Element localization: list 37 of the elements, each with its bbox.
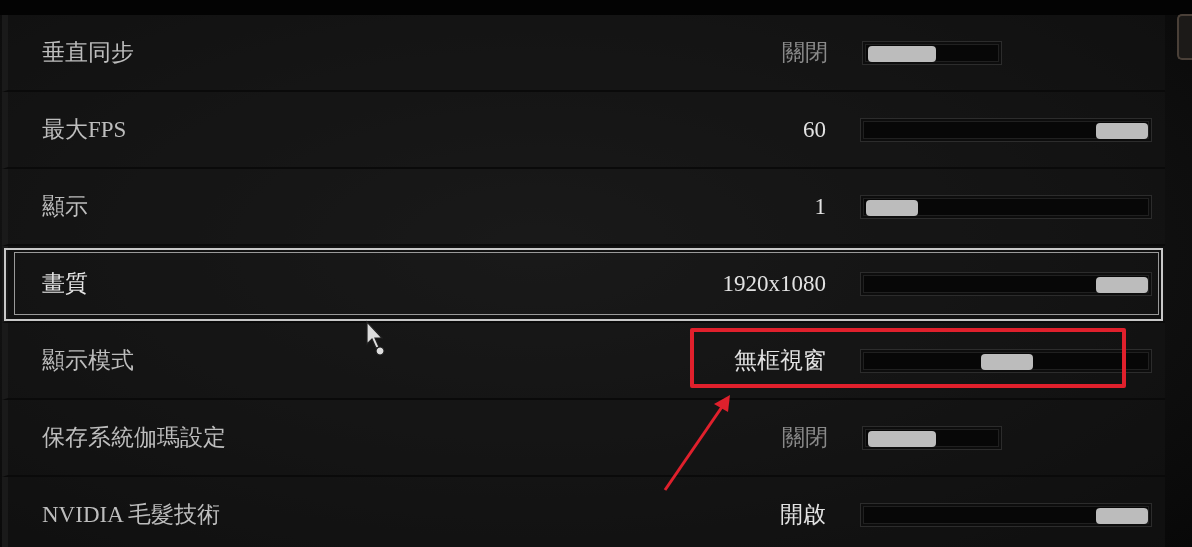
setting-row[interactable]: 垂直同步 關閉 [2,15,1165,92]
slider-track[interactable] [860,117,1152,142]
setting-label: 垂直同步 [42,39,135,67]
setting-row[interactable]: 畫質 1920x1080 [2,246,1165,323]
setting-row[interactable]: 顯示模式 無框視窗 [2,323,1165,400]
setting-label: 顯示 [42,193,89,221]
slider-thumb[interactable] [1096,507,1148,524]
toggle-track[interactable] [862,40,1002,65]
toggle-thumb[interactable] [868,430,936,447]
slider-thumb[interactable] [981,353,1033,370]
mouse-cursor-icon [366,321,385,356]
setting-label: 保存系統伽瑪設定 [42,424,227,452]
setting-value: 關閉 [781,424,828,452]
slider-track[interactable] [860,348,1152,373]
slider-track[interactable] [860,194,1152,219]
setting-value: 開啟 [779,501,826,529]
setting-label: 顯示模式 [42,347,135,375]
setting-value: 1 [813,193,826,220]
setting-label: 畫質 [42,270,89,298]
setting-value: 1920x1080 [721,270,826,297]
setting-label: 最大FPS [42,116,128,144]
slider-thumb[interactable] [1096,276,1148,293]
setting-row[interactable]: NVIDIA 毛髮技術 開啟 [2,477,1165,547]
setting-value: 60 [802,116,826,143]
setting-value: 關閉 [781,39,828,67]
scrollbar-thumb[interactable] [1177,14,1192,60]
slider-thumb[interactable] [866,199,918,216]
slider-thumb[interactable] [1096,122,1148,139]
toggle-thumb[interactable] [868,45,936,62]
setting-row[interactable]: 最大FPS 60 [2,92,1165,169]
slider-track[interactable] [860,502,1152,527]
setting-label: NVIDIA 毛髮技術 [42,501,222,529]
slider-track[interactable] [860,271,1152,296]
setting-row[interactable]: 顯示 1 [2,169,1165,246]
setting-value: 無框視窗 [733,347,826,375]
setting-row[interactable]: 保存系統伽瑪設定 關閉 [2,400,1165,477]
toggle-track[interactable] [862,425,1002,450]
